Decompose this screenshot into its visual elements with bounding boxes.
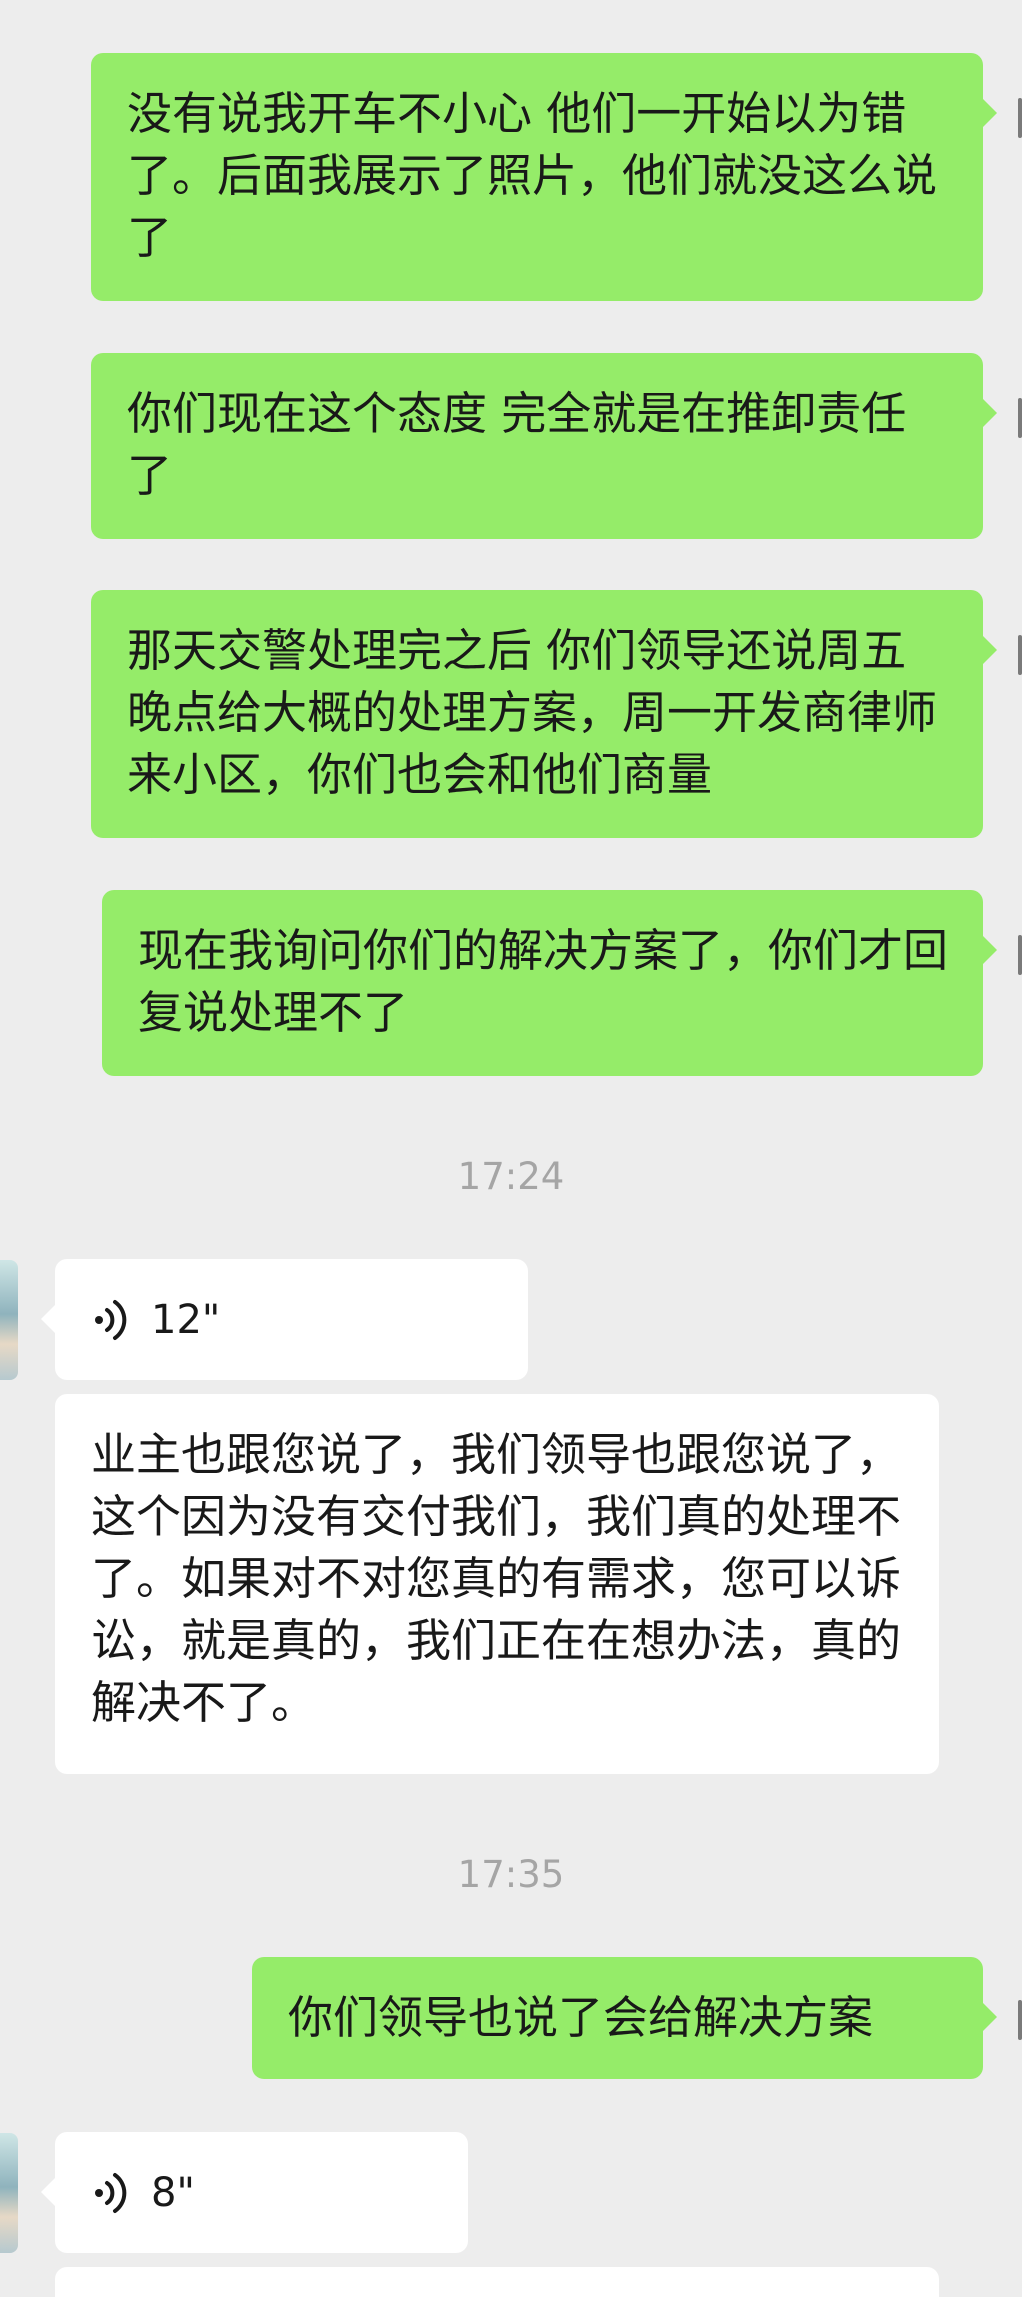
voice-duration: 8" [151,2169,195,2216]
timestamp: 17:35 [457,1853,565,1896]
scroll-edge-mark [1018,2000,1022,2040]
message-text: 你们现在这个态度 完全就是在推卸责任了 [127,387,907,502]
voice-wave-icon [95,1299,127,1340]
message-text: 你们领导也说了会给解决方案 [288,1991,874,2044]
bubble-tail [41,1305,55,1333]
bubble-tail [983,99,997,127]
timestamp: 17:24 [457,1155,565,1198]
sent-message-bubble[interactable]: 那天交警处理完之后 你们领导还说周五晚点给大概的处理方案，周一开发商律师来小区，… [91,590,997,838]
sent-message-bubble[interactable]: 你们领导也说了会给解决方案 [252,1957,997,2079]
scroll-edge-mark [1018,98,1022,138]
voice-message-bubble[interactable]: 12" [41,1259,528,1380]
bubble-tail [983,399,997,427]
scroll-edge-mark [1018,635,1022,675]
scroll-edge-mark [1018,398,1022,438]
bubble-tail [41,2178,55,2206]
scroll-edge-mark [1018,935,1022,975]
voice-message-bubble[interactable]: 8" [41,2132,468,2253]
voice-duration: 12" [151,1296,221,1343]
message-text: 现在我询问你们的解决方案了，你们才回复说处理不了 [138,924,949,1039]
bubble-tail [983,2003,997,2031]
sent-message-bubble[interactable]: 没有说我开车不小心 他们一开始以为错了。后面我展示了照片，他们就没这么说了 [91,53,997,301]
contact-avatar[interactable] [0,1260,18,1380]
message-text: 业主也跟您说了，我们领导也跟您说了，这个因为没有交付我们，我们真的处理不了。如果… [91,1428,902,1729]
received-message-bubble-partial[interactable] [55,2267,939,2297]
sent-message-bubble[interactable]: 现在我询问你们的解决方案了，你们才回复说处理不了 [102,890,997,1076]
contact-avatar[interactable] [0,2133,18,2253]
message-text: 那天交警处理完之后 你们领导还说周五晚点给大概的处理方案，周一开发商律师来小区，… [127,624,938,801]
message-text: 没有说我开车不小心 他们一开始以为错了。后面我展示了照片，他们就没这么说了 [127,87,938,264]
voice-wave-icon [95,2172,127,2213]
sent-message-bubble[interactable]: 你们现在这个态度 完全就是在推卸责任了 [91,353,997,539]
received-message-bubble[interactable]: 业主也跟您说了，我们领导也跟您说了，这个因为没有交付我们，我们真的处理不了。如果… [55,1394,939,1774]
bubble-tail [983,936,997,964]
bubble-tail [983,636,997,664]
